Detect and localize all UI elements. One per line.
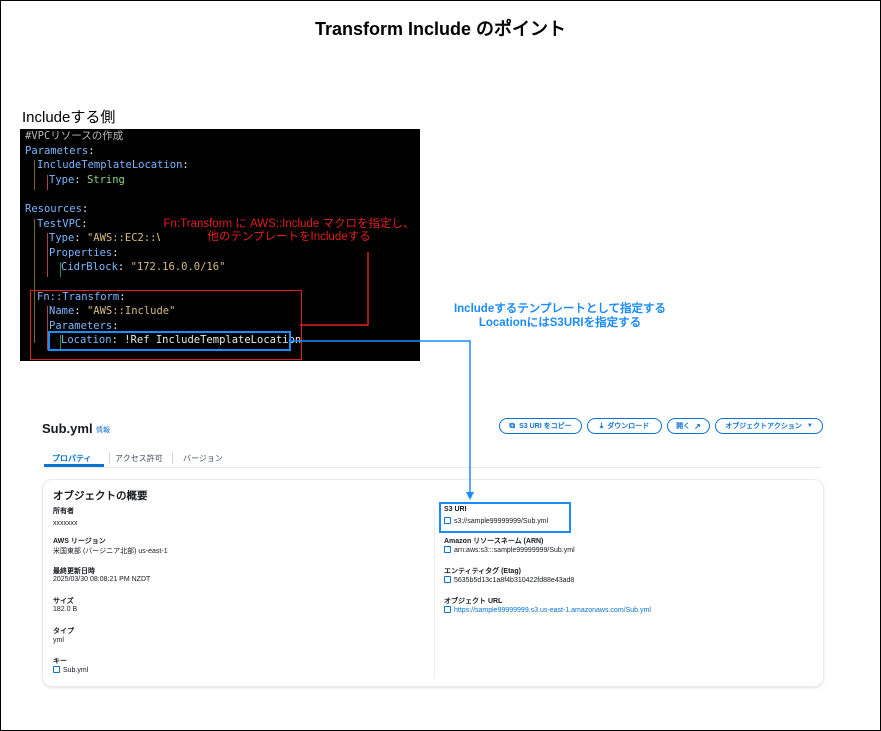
- blue-arrow: [291, 340, 474, 500]
- red-connector: [300, 252, 369, 326]
- connector-lines: [291, 252, 474, 500]
